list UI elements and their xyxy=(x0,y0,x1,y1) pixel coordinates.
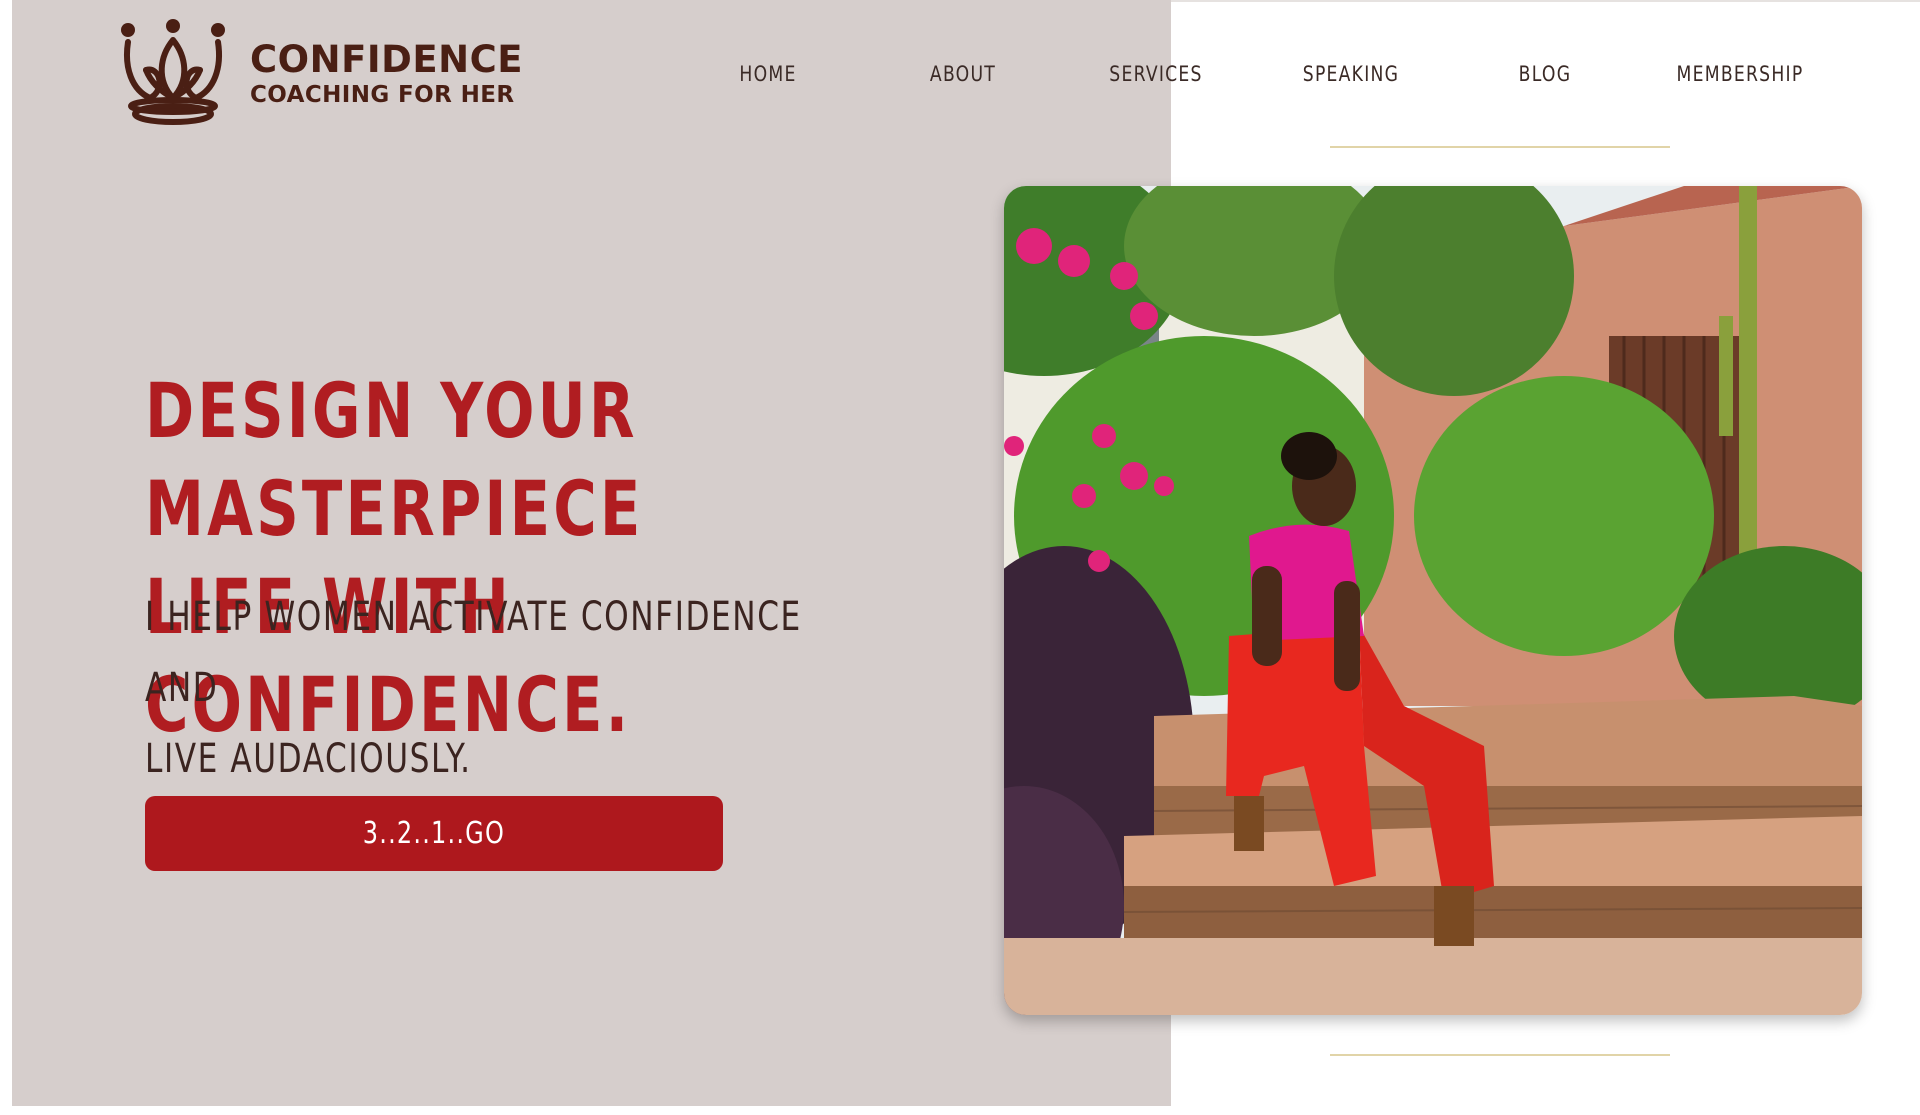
brand-name: CONFIDENCE COACHING FOR HER xyxy=(250,41,523,107)
hero-photo xyxy=(1004,186,1862,1015)
cta-button-label: 3..2..1..GO xyxy=(362,816,506,851)
hero-subheading: I HELP WOMEN ACTIVATE CONFIDENCE AND LIV… xyxy=(145,582,863,795)
nav-membership[interactable]: MEMBERSHIP xyxy=(1674,62,1805,86)
nav-home[interactable]: HOME xyxy=(702,62,833,86)
top-divider xyxy=(1171,0,1920,2)
nav-speaking[interactable]: SPEAKING xyxy=(1285,62,1416,86)
gold-divider-top xyxy=(1330,146,1670,148)
nav-about[interactable]: ABOUT xyxy=(897,62,1028,86)
hero-headline-line1: DESIGN YOUR MASTERPIECE xyxy=(145,366,644,553)
hero-subheading-line1: I HELP WOMEN ACTIVATE CONFIDENCE AND xyxy=(145,594,802,711)
brand-name-line1: CONFIDENCE xyxy=(250,38,523,81)
gold-divider-bottom xyxy=(1330,1054,1670,1056)
nav-services[interactable]: SERVICES xyxy=(1090,62,1221,86)
brand-logo[interactable]: CONFIDENCE COACHING FOR HER xyxy=(116,18,523,130)
crown-icon xyxy=(121,19,225,125)
brand-name-line2: COACHING FOR HER xyxy=(250,82,515,108)
cta-button[interactable]: 3..2..1..GO xyxy=(145,796,723,871)
hero-subheading-line2: LIVE AUDACIOUSLY. xyxy=(145,736,472,782)
nav-blog[interactable]: BLOG xyxy=(1479,62,1610,86)
hero-photo-illustration xyxy=(1004,186,1862,1015)
